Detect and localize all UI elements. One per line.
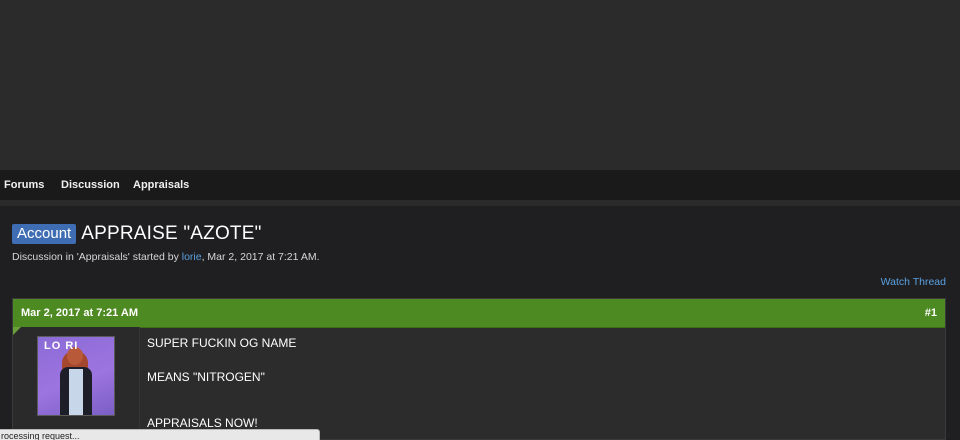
description-text-after: , Mar 2, 2017 at 7:21 AM. <box>201 251 320 263</box>
author-link[interactable]: lorie <box>182 251 202 263</box>
message-line: APPRAISALS NOW! <box>147 416 258 430</box>
header-banner <box>0 0 960 170</box>
post-date: Mar 2, 2017 at 7:21 AM <box>21 307 138 319</box>
thread-title-row: Account APPRAISE "AZOTE" <box>12 222 262 246</box>
avatar[interactable]: LO RI <box>37 336 115 416</box>
message-line: SUPER FUCKIN OG NAME <box>147 336 297 350</box>
sub-nav-bar <box>0 200 960 206</box>
post-user-column: LO RI <box>13 327 140 440</box>
watch-thread-link[interactable]: Watch Thread <box>881 276 946 288</box>
post: Mar 2, 2017 at 7:21 AM #1 LO RI SUPER FU… <box>12 298 946 440</box>
avatar-shirt <box>69 369 83 415</box>
nav-tab-forums[interactable]: Forums <box>4 179 44 191</box>
corner-ribbon <box>13 327 21 335</box>
post-number-link[interactable]: #1 <box>925 307 937 319</box>
thread-description: Discussion in 'Appraisals' started by lo… <box>12 251 320 263</box>
avatar-caption: LO RI <box>44 340 79 352</box>
description-text-before: Discussion in 'Appraisals' started by <box>12 251 182 263</box>
page: Forums Discussion Appraisals Account APP… <box>0 0 960 440</box>
thread-title: APPRAISE "AZOTE" <box>81 223 262 244</box>
browser-status-bar: rocessing request... <box>0 429 320 440</box>
message-line: MEANS "NITROGEN" <box>147 370 265 384</box>
post-header: Mar 2, 2017 at 7:21 AM #1 <box>13 299 945 328</box>
nav-tab-appraisals[interactable]: Appraisals <box>133 179 189 191</box>
thread-prefix-badge[interactable]: Account <box>12 224 77 244</box>
nav-bar: Forums Discussion Appraisals <box>0 170 960 201</box>
post-message: SUPER FUCKIN OG NAME MEANS "NITROGEN" AP… <box>147 336 296 440</box>
nav-tab-discussion[interactable]: Discussion <box>61 179 120 191</box>
